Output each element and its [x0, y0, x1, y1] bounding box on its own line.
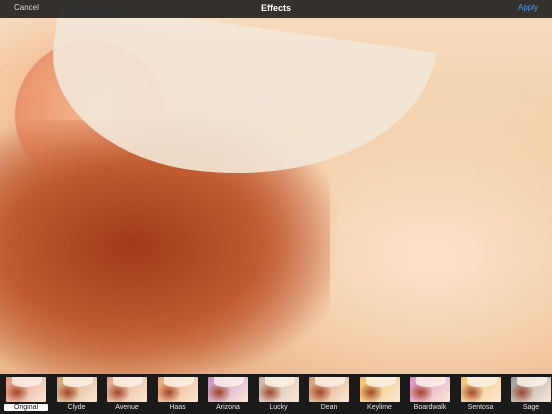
effect-thumbnail	[157, 377, 198, 402]
effect-thumbnail	[309, 377, 349, 402]
effect-label: Arizona	[216, 404, 240, 411]
apply-button[interactable]: Apply	[518, 3, 538, 12]
thumbnail-hat	[416, 377, 446, 387]
effects-strip: Original Clyde Avenue Haas Arizona Lucky Dean K…	[0, 374, 552, 414]
effect-clyde[interactable]: Clyde	[55, 377, 99, 413]
thumbnail-hat	[12, 377, 42, 387]
effect-lucky[interactable]: Lucky	[257, 377, 301, 413]
effect-label: Dean	[320, 404, 338, 411]
thumbnail-hat	[214, 377, 244, 387]
thumbnail-hat	[315, 377, 345, 387]
effect-avenue[interactable]: Avenue	[105, 377, 149, 413]
effect-thumbnail	[258, 377, 299, 402]
thumbnail-hat	[365, 377, 396, 387]
photo-preview	[0, 0, 552, 374]
effect-label: Boardwalk	[413, 404, 447, 411]
effect-sentosa[interactable]: Sentosa	[459, 377, 503, 413]
effect-thumbnail	[56, 377, 97, 402]
page-title: Effects	[260, 3, 291, 13]
effect-label: Clyde	[67, 404, 86, 411]
effect-arizona[interactable]: Arizona	[206, 377, 250, 413]
effect-label: Haas	[169, 404, 186, 411]
effect-thumbnail	[208, 377, 248, 402]
effect-label: Avenue	[115, 404, 139, 411]
effect-haas[interactable]: Haas	[156, 377, 200, 413]
effect-label: Sentosa	[467, 404, 494, 411]
effect-thumbnail	[410, 377, 450, 402]
thumbnail-hat	[466, 377, 497, 387]
effect-label: Sage	[522, 404, 540, 411]
effect-thumbnail	[6, 377, 46, 402]
effect-thumbnail	[511, 377, 551, 402]
effect-label: Keylime	[367, 404, 392, 411]
thumbnail-hat	[264, 377, 295, 387]
effect-thumbnail	[107, 377, 147, 402]
effect-label: Original	[4, 404, 48, 411]
top-toolbar: Cancel Effects Apply	[0, 0, 552, 18]
effect-label: Lucky	[269, 404, 288, 411]
effect-original[interactable]: Original	[4, 377, 48, 413]
effect-boardwalk[interactable]: Boardwalk	[408, 377, 452, 413]
effect-keylime[interactable]: Keylime	[358, 377, 402, 413]
effect-thumbnail	[359, 377, 400, 402]
thumbnail-hat	[163, 377, 194, 387]
effect-sage[interactable]: Sage	[509, 377, 552, 413]
thumbnail-hat	[62, 377, 93, 387]
effect-dean[interactable]: Dean	[307, 377, 351, 413]
effect-thumbnail	[460, 377, 501, 402]
thumbnail-hat	[113, 377, 143, 387]
thumbnail-hat	[517, 377, 547, 387]
